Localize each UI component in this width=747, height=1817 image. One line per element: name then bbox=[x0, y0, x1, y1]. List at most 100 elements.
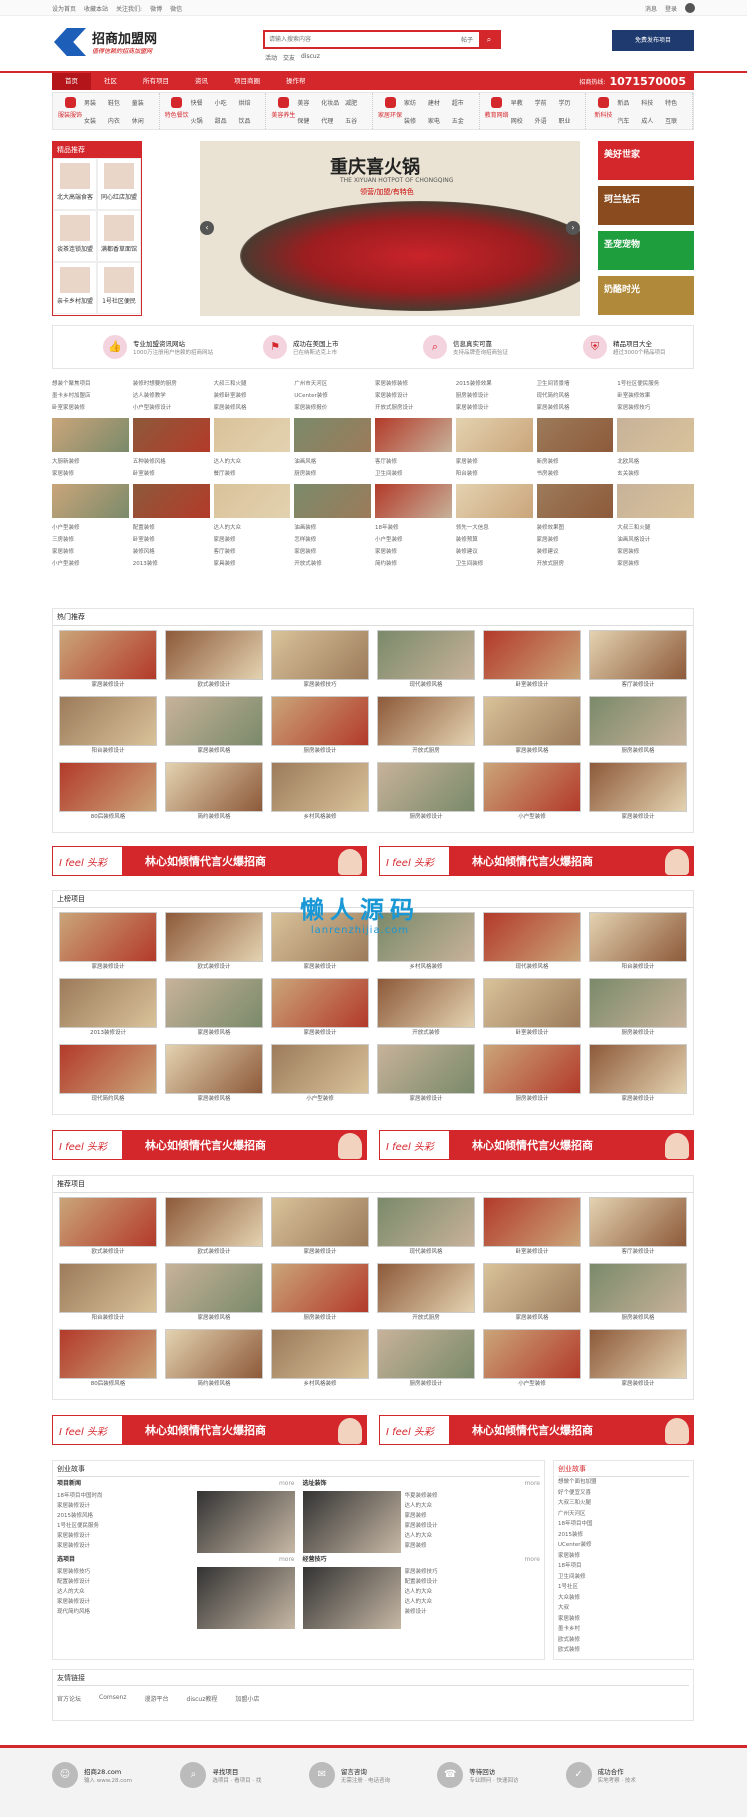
news-link[interactable]: 阳台装修 bbox=[456, 468, 533, 480]
news-link[interactable]: 家居装修 bbox=[456, 456, 533, 468]
side-story-link[interactable]: 大叔 bbox=[558, 1603, 689, 1614]
news-link[interactable]: UCenter装修 bbox=[294, 390, 371, 402]
category-main[interactable]: 服装服饰 bbox=[56, 95, 84, 127]
project-card[interactable]: 小户型装修 bbox=[483, 1329, 581, 1395]
hot-word[interactable]: discuz bbox=[301, 53, 320, 62]
project-card[interactable]: 欧式装修设计 bbox=[165, 1197, 263, 1263]
category-sub-link[interactable]: 外语 bbox=[535, 116, 559, 128]
category-sub-link[interactable]: 成人 bbox=[641, 116, 665, 128]
story-link[interactable]: 家居装修技巧 bbox=[57, 1567, 193, 1577]
news-link[interactable]: 2015装修效果 bbox=[456, 378, 533, 390]
friend-link[interactable]: 加盟小店 bbox=[235, 1694, 259, 1703]
set-home-link[interactable]: 设为首页 bbox=[52, 4, 76, 13]
story-link[interactable]: 配置装修设计 bbox=[405, 1577, 541, 1587]
news-link[interactable]: 小户型装修 bbox=[375, 534, 452, 546]
news-link[interactable]: 卧室家居装修 bbox=[52, 402, 129, 414]
news-link[interactable]: 家居装修 bbox=[294, 546, 371, 558]
messages-link[interactable]: 消息 bbox=[645, 4, 657, 13]
project-card[interactable]: 家居装修设计 bbox=[589, 1044, 687, 1110]
side-story-link[interactable]: UCenter装修 bbox=[558, 1540, 689, 1551]
category-sub-link[interactable]: 代理 bbox=[321, 116, 345, 128]
project-card[interactable]: 家居装修风格 bbox=[165, 696, 263, 762]
category-sub-link[interactable]: 职业 bbox=[558, 116, 582, 128]
project-card[interactable]: 2013装修设计 bbox=[59, 978, 157, 1044]
story-link[interactable]: 家居装修设计 bbox=[57, 1531, 193, 1541]
news-link[interactable]: 广州市天河区 bbox=[294, 378, 371, 390]
category-sub-link[interactable]: 五谷 bbox=[345, 116, 369, 128]
friend-link[interactable]: 官方论坛 bbox=[57, 1694, 81, 1703]
news-link[interactable]: 卫生间背景墙 bbox=[537, 378, 614, 390]
news-link[interactable]: 家居装修 bbox=[52, 546, 129, 558]
news-link[interactable]: 家居装修报价 bbox=[294, 402, 371, 414]
promo-banner[interactable]: I feel 头彩 林心如倾情代言火爆招商 bbox=[52, 1415, 367, 1445]
news-thumb[interactable] bbox=[132, 484, 210, 518]
news-link[interactable]: 油画装修 bbox=[294, 522, 371, 534]
project-card[interactable]: 80后装修风格 bbox=[59, 1329, 157, 1395]
story-link[interactable]: 家居装修设计 bbox=[405, 1521, 541, 1531]
site-logo[interactable]: 招商加盟网 值得信赖的招商加盟网 bbox=[54, 24, 194, 62]
news-link[interactable]: 装修卧室装修 bbox=[214, 390, 291, 402]
project-card[interactable]: 家居装修设计 bbox=[271, 1197, 369, 1263]
hero-banner[interactable]: 重庆喜火锅 THE XIYUAN HOTPOT OF CHONGQING 领营/… bbox=[200, 141, 580, 316]
news-link[interactable]: 家居装修 bbox=[617, 558, 694, 570]
news-link[interactable]: 家居装修装修 bbox=[375, 378, 452, 390]
news-link[interactable]: 家居装修设计 bbox=[456, 402, 533, 414]
category-sub-link[interactable]: 汽车 bbox=[617, 116, 641, 128]
project-card[interactable]: 欧式装修设计 bbox=[165, 912, 263, 978]
news-link[interactable]: 餐厅装修 bbox=[214, 468, 291, 480]
project-card[interactable]: 80后装修风格 bbox=[59, 762, 157, 828]
category-sub-link[interactable]: 五金 bbox=[452, 116, 476, 128]
next-arrow-icon[interactable]: › bbox=[566, 221, 580, 235]
category-sub-link[interactable]: 装修 bbox=[404, 116, 428, 128]
news-link[interactable]: 开放式厨房设计 bbox=[375, 402, 452, 414]
news-link[interactable]: 小户型装修 bbox=[52, 522, 129, 534]
news-link[interactable]: 装修预算 bbox=[456, 534, 533, 546]
news-link[interactable]: 厨房装修设计 bbox=[456, 390, 533, 402]
news-thumb[interactable] bbox=[52, 418, 129, 452]
category-sub-link[interactable]: 早教 bbox=[511, 98, 535, 110]
project-card[interactable]: 现代装修风格 bbox=[377, 630, 475, 696]
story-link[interactable]: 家居装修 bbox=[405, 1511, 541, 1521]
project-card[interactable]: 家居装修设计 bbox=[59, 912, 157, 978]
publish-project-button[interactable]: 免费发布项目 bbox=[612, 30, 694, 51]
side-story-link[interactable]: 家居装修 bbox=[558, 1551, 689, 1562]
news-link[interactable]: 卧室装修 bbox=[133, 534, 210, 546]
project-card[interactable]: 现代装修风格 bbox=[377, 1197, 475, 1263]
project-card[interactable]: 阳台装修设计 bbox=[59, 1263, 157, 1329]
news-link[interactable]: 卫生间装修 bbox=[375, 468, 452, 480]
news-link[interactable]: 墨卡乡村加盟店 bbox=[52, 390, 129, 402]
news-link[interactable]: 装修时想要的厨房 bbox=[133, 378, 210, 390]
side-story-link[interactable]: 大叔三和火腿 bbox=[558, 1498, 689, 1509]
project-card[interactable]: 厨房装修设计 bbox=[483, 1044, 581, 1110]
story-link[interactable]: 家居装修设计 bbox=[57, 1501, 193, 1511]
avatar[interactable] bbox=[685, 3, 695, 13]
category-main[interactable]: 家居环保 bbox=[376, 95, 404, 127]
project-card[interactable]: 现代装修风格 bbox=[483, 912, 581, 978]
project-card[interactable]: 欧式装修设计 bbox=[59, 1197, 157, 1263]
project-card[interactable]: 乡村风格装修 bbox=[271, 1329, 369, 1395]
category-sub-link[interactable]: 甜品 bbox=[215, 116, 239, 128]
project-card[interactable]: 乡村风格装修 bbox=[271, 762, 369, 828]
featured-item[interactable]: 谈茶连锁加盟 bbox=[53, 210, 97, 262]
story-link[interactable]: 1号社区便民服务 bbox=[57, 1521, 193, 1531]
nav-business-circle[interactable]: 项目商圈 bbox=[221, 73, 273, 90]
side-story-link[interactable]: 墨卡乡村 bbox=[558, 1624, 689, 1635]
news-link[interactable]: 卧室装修 bbox=[133, 468, 210, 480]
project-card[interactable]: 厨房装修设计 bbox=[589, 978, 687, 1044]
story-link[interactable]: 现代简约风格 bbox=[57, 1607, 193, 1617]
project-card[interactable]: 厨房装修设计 bbox=[377, 762, 475, 828]
news-thumb[interactable] bbox=[52, 484, 129, 518]
news-link[interactable]: 简约装修 bbox=[375, 558, 452, 570]
news-link[interactable]: 1号社区便民服务 bbox=[617, 378, 694, 390]
news-link[interactable]: 怎样装修 bbox=[294, 534, 371, 546]
news-link[interactable]: 装修风格 bbox=[133, 546, 210, 558]
news-link[interactable]: 小户型装修 bbox=[52, 558, 129, 570]
featured-item[interactable]: 1号社区便民 bbox=[97, 262, 141, 314]
featured-item[interactable]: 满都香草面馆 bbox=[97, 210, 141, 262]
project-card[interactable]: 家居装修设计 bbox=[377, 1044, 475, 1110]
category-sub-link[interactable]: 家电 bbox=[428, 116, 452, 128]
news-thumb[interactable] bbox=[455, 484, 533, 518]
category-main[interactable]: 美容养生 bbox=[269, 95, 297, 127]
story-image[interactable] bbox=[302, 1491, 401, 1553]
story-link[interactable]: 家居装修设计 bbox=[57, 1541, 193, 1551]
